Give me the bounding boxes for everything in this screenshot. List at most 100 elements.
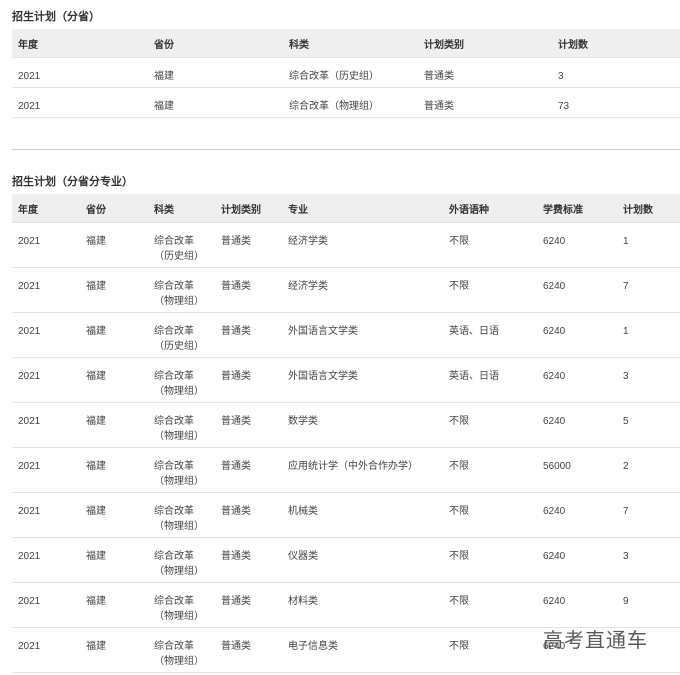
header-province: 省份 xyxy=(148,29,283,58)
table-row: 2021 福建 综合改革 （历史组） 普通类 经济学类 不限 6240 1 xyxy=(12,222,680,268)
cell-year: 2021 xyxy=(12,312,80,358)
cell-language: 不限 xyxy=(443,447,537,493)
subject-line-1: 综合改革 xyxy=(154,236,194,247)
header-major: 专业 xyxy=(282,194,443,223)
table-row: 2021 福建 综合改革（历史组） 普通类 3 xyxy=(12,57,680,88)
cell-subject: 综合改革（历史组） xyxy=(283,57,418,88)
cell-plan-type: 普通类 xyxy=(215,447,282,493)
cell-language: 不限 xyxy=(443,627,537,673)
cell-province: 福建 xyxy=(80,402,148,448)
cell-major: 经济学类 xyxy=(282,222,443,268)
cell-subject: 综合改革 （历史组） xyxy=(148,222,215,268)
cell-subject: 综合改革（物理组） xyxy=(148,267,215,313)
cell-tuition: 6240 xyxy=(537,492,617,538)
cell-subject: 综合改革（物理组） xyxy=(148,537,215,583)
header-tuition: 学费标准 xyxy=(537,194,617,223)
cell-year: 2021 xyxy=(12,402,80,448)
cell-subject: 综合改革（物理组） xyxy=(148,627,215,673)
table-row: 2021 福建 综合改革 （物理组） 普通类 仪器类 不限 6240 3 xyxy=(12,537,680,583)
watermark-text: 高考直通车 xyxy=(543,630,648,652)
cell-major: 机械类 xyxy=(282,492,443,538)
cell-tuition: 6240 xyxy=(537,222,617,268)
cell-plan-type: 普通类 xyxy=(215,357,282,403)
cell-subject: 综合改革 （历史组） xyxy=(148,312,215,358)
subject-line-1: 综合改革 xyxy=(154,461,194,472)
cell-language: 不限 xyxy=(443,582,537,628)
table-row: 2021 福建 综合改革（物理组） 普通类 73 xyxy=(12,87,680,118)
header-year: 年度 xyxy=(12,194,80,223)
table-row: 2021 福建 综合改革 （物理组） 普通类 材料类 不限 6240 9 xyxy=(12,582,680,628)
cell-major: 电子信息类 xyxy=(282,627,443,673)
section-title-by-province: 招生计划（分省） xyxy=(12,11,100,23)
table-row: 2021 福建 综合改革 （物理组） 普通类 应用统计学（中外合作办学） 不限 56000 2 xyxy=(12,447,680,493)
header-plan-type: 计划类别 xyxy=(418,29,552,58)
cell-plan-type: 普通类 xyxy=(418,57,552,88)
cell-tuition: 6240 xyxy=(537,357,617,403)
cell-tuition: 56000 xyxy=(537,447,617,493)
cell-language: 不限 xyxy=(443,537,537,583)
table-header-row: 年度 省份 科类 计划类别 计划数 xyxy=(12,29,680,58)
cell-count: 1 xyxy=(617,222,680,268)
subject-line-2: （物理组） xyxy=(154,476,204,487)
cell-plan-type: 普通类 xyxy=(215,582,282,628)
subject-line-2: （物理组） xyxy=(154,386,204,397)
header-subject: 科类 xyxy=(283,29,418,58)
cell-province: 福建 xyxy=(80,222,148,268)
subject-line-2: （物理组） xyxy=(154,431,204,442)
cell-year: 2021 xyxy=(12,57,148,88)
cell-major: 材料类 xyxy=(282,582,443,628)
subject-line-2: （历史组） xyxy=(154,341,204,352)
cell-major: 数学类 xyxy=(282,402,443,448)
cell-province: 福建 xyxy=(148,57,283,88)
cell-year: 2021 xyxy=(12,357,80,403)
subject-line-2: （物理组） xyxy=(154,656,204,667)
plan-by-province-table: 年度 省份 科类 计划类别 计划数 2021 福建 综合改革（历史组） 普通类 3 202… xyxy=(12,29,680,118)
subject-line-2: （物理组） xyxy=(154,611,204,622)
cell-subject: 综合改革 （物理组） xyxy=(148,582,215,628)
cell-count: 5 xyxy=(617,402,680,448)
subject-line-1: 综合改革 xyxy=(154,326,194,337)
subject-line-2: （物理组） xyxy=(154,521,204,532)
cell-tuition: 6240 xyxy=(537,537,617,583)
header-subject: 科类 xyxy=(148,194,215,223)
cell-plan-type: 普通类 xyxy=(215,222,282,268)
cell-year: 2021 xyxy=(12,222,80,268)
table-row: 2021 福建 综合改革 （物理组） 普通类 数学类 不限 6240 5 xyxy=(12,402,680,448)
table-header-row: 年度 省份 科类 计划类别 专业 外语语种 学费标准 计划数 xyxy=(12,194,680,223)
cell-province: 福建 xyxy=(80,312,148,358)
cell-count: 9 xyxy=(617,582,680,628)
cell-tuition: 6240 xyxy=(537,582,617,628)
cell-province: 福建 xyxy=(80,267,148,313)
cell-province: 福建 xyxy=(80,447,148,493)
cell-subject: 综合改革（物理组） xyxy=(283,87,418,118)
cell-plan-type: 普通类 xyxy=(215,627,282,673)
cell-subject: 综合改革（物理组） xyxy=(148,357,215,403)
cell-plan-type: 普通类 xyxy=(215,312,282,358)
table-row: 2021 福建 综合改革 （物理组） 普通类 外国语言文学类 英语、日语 6240 3 xyxy=(12,357,680,403)
cell-subject: 综合改革 （物理组） xyxy=(148,402,215,448)
subject-line-1: 综合改革 xyxy=(154,596,194,607)
section-title-by-major: 招生计划（分省分专业） xyxy=(12,176,133,188)
cell-language: 不限 xyxy=(443,492,537,538)
cell-year: 2021 xyxy=(12,447,80,493)
cell-major: 经济学类 xyxy=(282,267,443,313)
subject-line-1: 综合改革 xyxy=(154,416,194,427)
cell-plan-type: 普通类 xyxy=(215,267,282,313)
table-row: 2021 福建 综合改革 （物理组） 普通类 机械类 不限 6240 7 xyxy=(12,492,680,538)
table-row: 2021 福建 综合改革 （历史组） 普通类 外国语言文学类 英语、日语 6240 1 xyxy=(12,312,680,358)
cell-major: 外国语言文学类 xyxy=(282,312,443,358)
cell-subject: 综合改革 （物理组） xyxy=(148,447,215,493)
cell-language: 不限 xyxy=(443,402,537,448)
cell-year: 2021 xyxy=(12,267,80,313)
cell-language: 不限 xyxy=(443,222,537,268)
cell-plan-type: 普通类 xyxy=(215,492,282,538)
table-row: 2021 福建 综合改革 （物理组） 普通类 经济学类 不限 6240 7 xyxy=(12,267,680,313)
cell-province: 福建 xyxy=(80,582,148,628)
cell-plan-type: 普通类 xyxy=(418,87,552,118)
subject-line-2: （历史组） xyxy=(154,251,204,262)
subject-line-1: 综合改革 xyxy=(154,551,194,562)
cell-language: 英语、日语 xyxy=(443,357,537,403)
cell-plan-type: 普通类 xyxy=(215,537,282,583)
subject-line-2: （物理组） xyxy=(154,296,204,307)
cell-year: 2021 xyxy=(12,87,148,118)
